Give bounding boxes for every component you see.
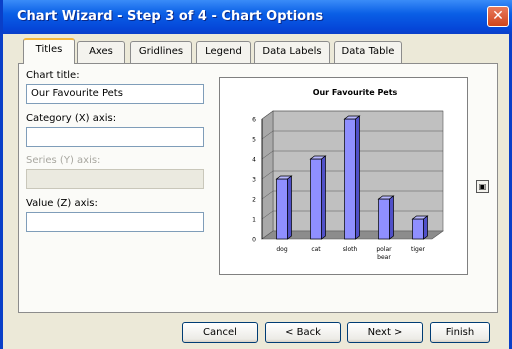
bar-side — [355, 115, 360, 240]
tab-data-labels[interactable]: Data Labels — [254, 41, 330, 63]
value-axis-label: Value (Z) axis: — [26, 198, 98, 209]
chart-title-label: Chart title: — [26, 70, 80, 81]
title-bar: Chart Wizard - Step 3 of 4 - Chart Optio… — [3, 0, 512, 34]
x-tick-label: dog — [276, 246, 287, 253]
tab-titles[interactable]: Titles — [23, 38, 75, 64]
y-tick-label: 0 — [252, 237, 256, 244]
bar-side — [321, 155, 326, 240]
y-tick-label: 1 — [252, 217, 256, 224]
next-button[interactable]: Next > — [347, 322, 423, 343]
x-tick-label: bear — [377, 254, 391, 261]
tab-gridlines[interactable]: Gridlines — [130, 41, 192, 63]
y-tick-label: 3 — [252, 177, 256, 184]
y-tick-label: 4 — [252, 157, 256, 164]
chart-svg: 0 1 2 3 4 5 6 dog cat sloth polarbear tiger Our Favo… — [252, 88, 444, 261]
bar-side — [423, 215, 428, 240]
bar-cat — [310, 158, 322, 240]
x-tick-label: cat — [311, 246, 321, 253]
series-axis-label: Series (Y) axis: — [26, 155, 101, 166]
back-button[interactable]: < Back — [265, 322, 341, 343]
x-tick-label: polar — [376, 246, 392, 253]
close-icon: ✕ — [492, 8, 504, 24]
series-axis-field — [26, 169, 204, 189]
collapse-preview-icon: ▣ — [478, 182, 487, 191]
close-button[interactable]: ✕ — [487, 6, 509, 27]
tab-data-table[interactable]: Data Table — [334, 41, 402, 63]
bar-tiger — [412, 218, 424, 240]
y-tick-label: 2 — [252, 197, 256, 204]
category-axis-label: Category (X) axis: — [26, 113, 117, 124]
y-tick-label: 6 — [252, 117, 256, 124]
chart-title-field[interactable]: Our Favourite Pets — [26, 84, 204, 104]
bar-dog — [276, 178, 288, 240]
y-tick-label: 5 — [252, 137, 256, 144]
tab-legend[interactable]: Legend — [196, 41, 251, 63]
cancel-button[interactable]: Cancel — [182, 322, 258, 343]
tab-axes[interactable]: Axes — [77, 41, 125, 63]
bar-side — [287, 175, 292, 240]
window-title: Chart Wizard - Step 3 of 4 - Chart Optio… — [17, 9, 324, 24]
value-axis-field[interactable] — [26, 212, 204, 232]
collapse-preview-button[interactable]: ▣ — [476, 180, 489, 193]
finish-button[interactable]: Finish — [430, 322, 490, 343]
bar-side — [389, 195, 394, 240]
x-tick-label: sloth — [343, 246, 358, 253]
bar-sloth — [344, 118, 356, 240]
chart-title: Our Favourite Pets — [313, 88, 398, 97]
x-tick-label: tiger — [411, 246, 426, 253]
chart-preview: 0 1 2 3 4 5 6 dog cat sloth polar bear tiger Our Favo… — [219, 77, 468, 275]
bar-polar-bear — [378, 198, 390, 240]
category-axis-field[interactable] — [26, 127, 204, 147]
